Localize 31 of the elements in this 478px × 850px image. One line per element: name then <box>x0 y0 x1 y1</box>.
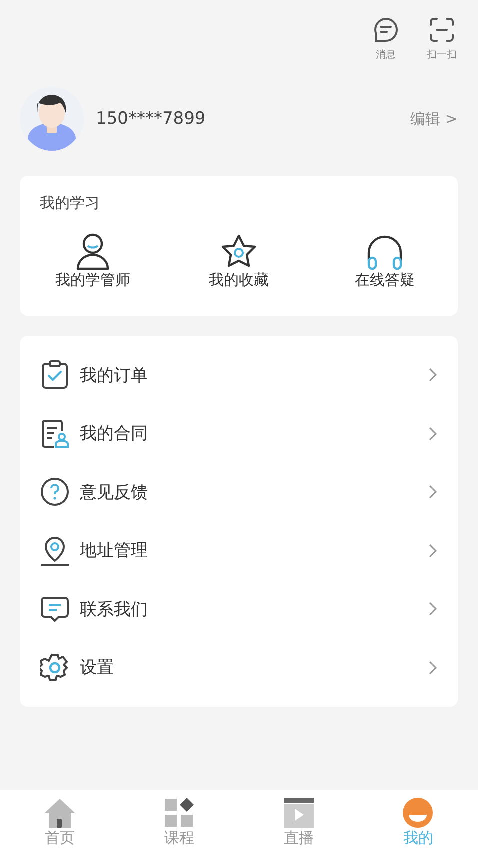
chevron-right-icon <box>428 484 438 500</box>
menu-item[interactable]: 地址管理 <box>20 522 458 580</box>
chevron-right-icon <box>428 367 438 384</box>
shortcut-button[interactable]: 我的收藏 <box>179 233 299 290</box>
video-icon <box>282 797 316 829</box>
house-icon <box>42 797 77 829</box>
document-icon <box>40 418 70 449</box>
menu-item[interactable]: 我的订单 <box>20 346 458 404</box>
avatar[interactable] <box>20 87 84 151</box>
section-title: 我的学习 <box>39 193 101 213</box>
clipboard-icon <box>40 360 70 390</box>
chevron-right-icon <box>428 660 438 676</box>
chat-icon <box>372 16 400 44</box>
menu-item[interactable]: 意见反馈 <box>20 463 458 522</box>
scan-icon <box>428 16 456 44</box>
shortcut-button[interactable]: 我的学管师 <box>33 233 153 290</box>
question-icon <box>40 477 70 508</box>
menu-item[interactable]: 设置 <box>20 638 458 697</box>
message-icon <box>40 594 70 624</box>
headphones-icon <box>365 233 405 271</box>
chevron-right-icon <box>428 542 438 559</box>
settings-icon <box>40 652 70 683</box>
chevron-right-icon <box>428 426 438 442</box>
menu-item[interactable]: 我的合同 <box>20 404 458 463</box>
location-pin-icon <box>40 536 70 566</box>
menu-item[interactable]: 联系我们 <box>20 580 458 638</box>
grid-icon <box>162 797 196 829</box>
phone-number: 150****7899 <box>96 109 207 129</box>
shortcut-button[interactable]: 在线答疑 <box>325 233 445 290</box>
chevron-right-icon <box>428 601 438 618</box>
smiley-icon <box>401 797 436 829</box>
